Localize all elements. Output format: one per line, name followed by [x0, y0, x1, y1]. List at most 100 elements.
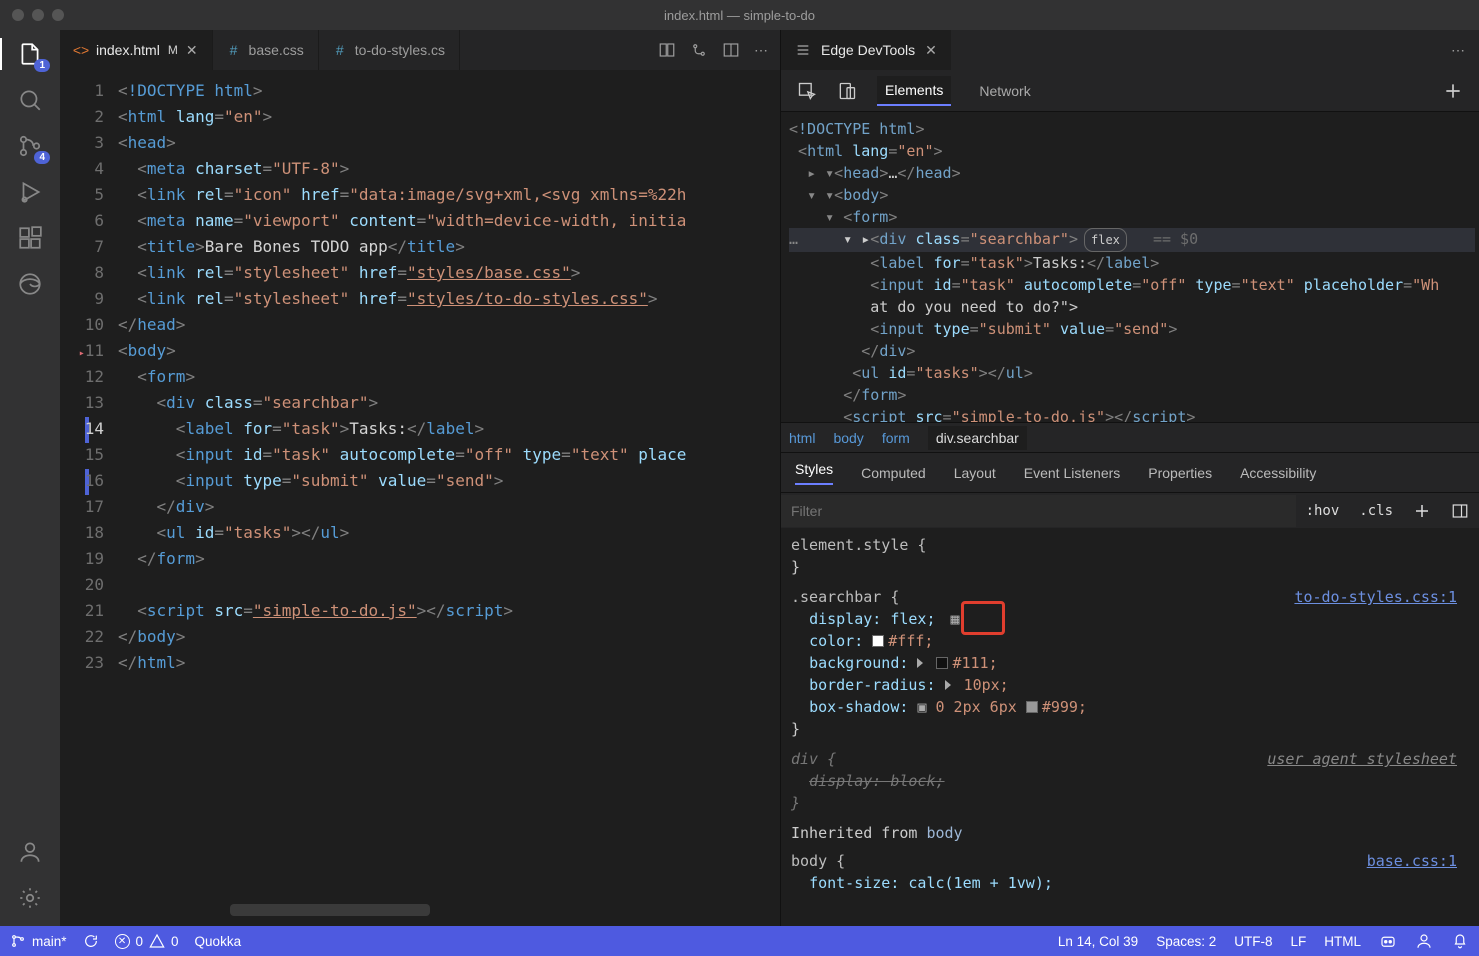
- status-encoding[interactable]: UTF-8: [1234, 934, 1272, 949]
- status-language[interactable]: HTML: [1324, 934, 1361, 949]
- expand-icon[interactable]: [945, 680, 951, 690]
- rule-source-base[interactable]: base.css:1: [1367, 850, 1457, 872]
- traffic-lights: [12, 9, 64, 21]
- tab-label: to-do-styles.cs: [355, 42, 445, 58]
- more-actions-icon[interactable]: ⋯: [754, 42, 768, 59]
- status-quokka[interactable]: Quokka: [195, 934, 242, 949]
- color-swatch-icon[interactable]: [1026, 701, 1038, 713]
- styles-filter-bar: :hov .cls: [781, 492, 1479, 528]
- styles-tab-styles[interactable]: Styles: [795, 461, 833, 485]
- rule-bg-prop[interactable]: background:: [809, 654, 908, 672]
- rule-radius-val[interactable]: 10px;: [964, 676, 1009, 694]
- rule-bg-val[interactable]: #111;: [952, 654, 997, 672]
- status-eol[interactable]: LF: [1290, 934, 1306, 949]
- devtools-tab-bar: Edge DevTools ✕ ⋯: [781, 30, 1479, 70]
- copilot-icon[interactable]: [1379, 932, 1397, 950]
- code-editor[interactable]: 12345678910▸11121314151617181920212223 <…: [60, 70, 780, 926]
- settings-gear-icon[interactable]: [16, 884, 44, 912]
- error-count: 0: [136, 934, 144, 949]
- html-file-icon: <>: [74, 43, 88, 57]
- styles-rules[interactable]: element.style { } to-do-styles.css:1 .se…: [781, 528, 1479, 926]
- tab-label: base.css: [249, 42, 304, 58]
- inherited-from[interactable]: body: [926, 824, 962, 842]
- rule-shadow-val[interactable]: 0 2px 6px: [936, 698, 1017, 716]
- tab-label: index.html: [96, 42, 160, 58]
- crumb-form[interactable]: form: [882, 430, 910, 446]
- devtools-section-network[interactable]: Network: [971, 77, 1038, 105]
- styles-tab-event-listeners[interactable]: Event Listeners: [1024, 465, 1121, 481]
- inspect-element-icon[interactable]: [797, 81, 817, 101]
- diff-icon[interactable]: [658, 41, 676, 59]
- flexbox-overlay-icon[interactable]: ▦: [951, 610, 960, 628]
- cls-toggle[interactable]: .cls: [1349, 503, 1403, 519]
- warnings-icon: [149, 933, 165, 949]
- run-debug-icon[interactable]: [16, 178, 44, 206]
- devtools-group: Edge DevTools ✕ ⋯ Elements Network: [780, 30, 1479, 926]
- more-actions-icon[interactable]: ⋯: [1451, 42, 1479, 59]
- expand-icon[interactable]: [917, 658, 923, 668]
- crumb-div-searchbar[interactable]: div.searchbar: [928, 426, 1027, 450]
- tab-todo-styles-css[interactable]: # to-do-styles.cs: [319, 30, 460, 70]
- traffic-min[interactable]: [32, 9, 44, 21]
- tab-base-css[interactable]: # base.css: [213, 30, 319, 70]
- source-control-icon[interactable]: 4: [16, 132, 44, 160]
- git-changes-icon[interactable]: [690, 41, 708, 59]
- tab-edge-devtools[interactable]: Edge DevTools ✕: [781, 30, 951, 70]
- styles-tab-properties[interactable]: Properties: [1148, 465, 1212, 481]
- notifications-icon[interactable]: [1451, 932, 1469, 950]
- add-panel-icon[interactable]: [1443, 81, 1463, 101]
- status-branch[interactable]: main*: [10, 933, 67, 949]
- rule-radius-prop[interactable]: border-radius:: [809, 676, 935, 694]
- rule-shadow-prop[interactable]: box-shadow:: [809, 698, 908, 716]
- split-editor-icon[interactable]: [722, 41, 740, 59]
- account-icon[interactable]: [16, 838, 44, 866]
- explorer-icon[interactable]: 1: [16, 40, 44, 68]
- tab-close-icon[interactable]: ✕: [925, 42, 937, 59]
- rule-color-prop[interactable]: color:: [809, 632, 863, 650]
- rule-body-font-size[interactable]: font-size: calc(1em + 1vw);: [809, 874, 1053, 892]
- styles-filter-input[interactable]: [781, 495, 1296, 527]
- styles-tab-computed[interactable]: Computed: [861, 465, 926, 481]
- horizontal-scrollbar[interactable]: [230, 904, 430, 916]
- tab-modified-mark: M: [168, 43, 178, 57]
- tab-close-icon[interactable]: ✕: [186, 42, 198, 59]
- rule-source-ua: user agent stylesheet: [1267, 748, 1457, 770]
- sync-icon[interactable]: [83, 933, 99, 949]
- crumb-body[interactable]: body: [833, 430, 863, 446]
- rule-source-todo[interactable]: to-do-styles.css:1: [1294, 586, 1457, 608]
- styles-tab-layout[interactable]: Layout: [954, 465, 996, 481]
- status-indent[interactable]: Spaces: 2: [1156, 934, 1216, 949]
- styles-tab-bar: Styles Computed Layout Event Listeners P…: [781, 452, 1479, 492]
- feedback-icon[interactable]: [1415, 932, 1433, 950]
- shadow-editor-icon[interactable]: ▣: [917, 698, 926, 716]
- dom-breadcrumbs: html body form div.searchbar: [781, 422, 1479, 452]
- tab-index-html[interactable]: <> index.html M ✕: [60, 30, 213, 70]
- status-problems[interactable]: ✕0 0: [115, 933, 179, 949]
- new-rule-icon[interactable]: [1403, 502, 1441, 520]
- activity-bar: 1 4: [0, 30, 60, 926]
- extensions-icon[interactable]: [16, 224, 44, 252]
- explorer-badge: 1: [34, 59, 50, 72]
- branch-name: main*: [32, 934, 67, 949]
- device-toggle-icon[interactable]: [837, 81, 857, 101]
- rule-color-val[interactable]: #fff;: [888, 632, 933, 650]
- devtools-section-elements[interactable]: Elements: [877, 76, 951, 106]
- traffic-close[interactable]: [12, 9, 24, 21]
- devtools-tab-label: Edge DevTools: [821, 42, 915, 58]
- css-file-icon: #: [333, 43, 347, 57]
- rule-display[interactable]: display: flex;: [809, 610, 935, 628]
- search-icon[interactable]: [16, 86, 44, 114]
- color-swatch-icon[interactable]: [872, 635, 884, 647]
- rule-div-display: display: block;: [809, 772, 944, 790]
- hov-toggle[interactable]: :hov: [1296, 503, 1350, 519]
- crumb-html[interactable]: html: [789, 430, 815, 446]
- traffic-max[interactable]: [52, 9, 64, 21]
- status-cursor-pos[interactable]: Ln 14, Col 39: [1058, 934, 1138, 949]
- edge-logo-icon[interactable]: [16, 270, 44, 298]
- dom-tree[interactable]: <!DOCTYPE html> <html lang="en"> ▸ ▾<hea…: [781, 112, 1479, 422]
- rule-shadow-color[interactable]: #999;: [1042, 698, 1087, 716]
- color-swatch-icon[interactable]: [936, 657, 948, 669]
- styles-tab-accessibility[interactable]: Accessibility: [1240, 465, 1316, 481]
- computed-sidebar-toggle-icon[interactable]: [1441, 502, 1479, 520]
- div-selector: div {: [791, 750, 836, 768]
